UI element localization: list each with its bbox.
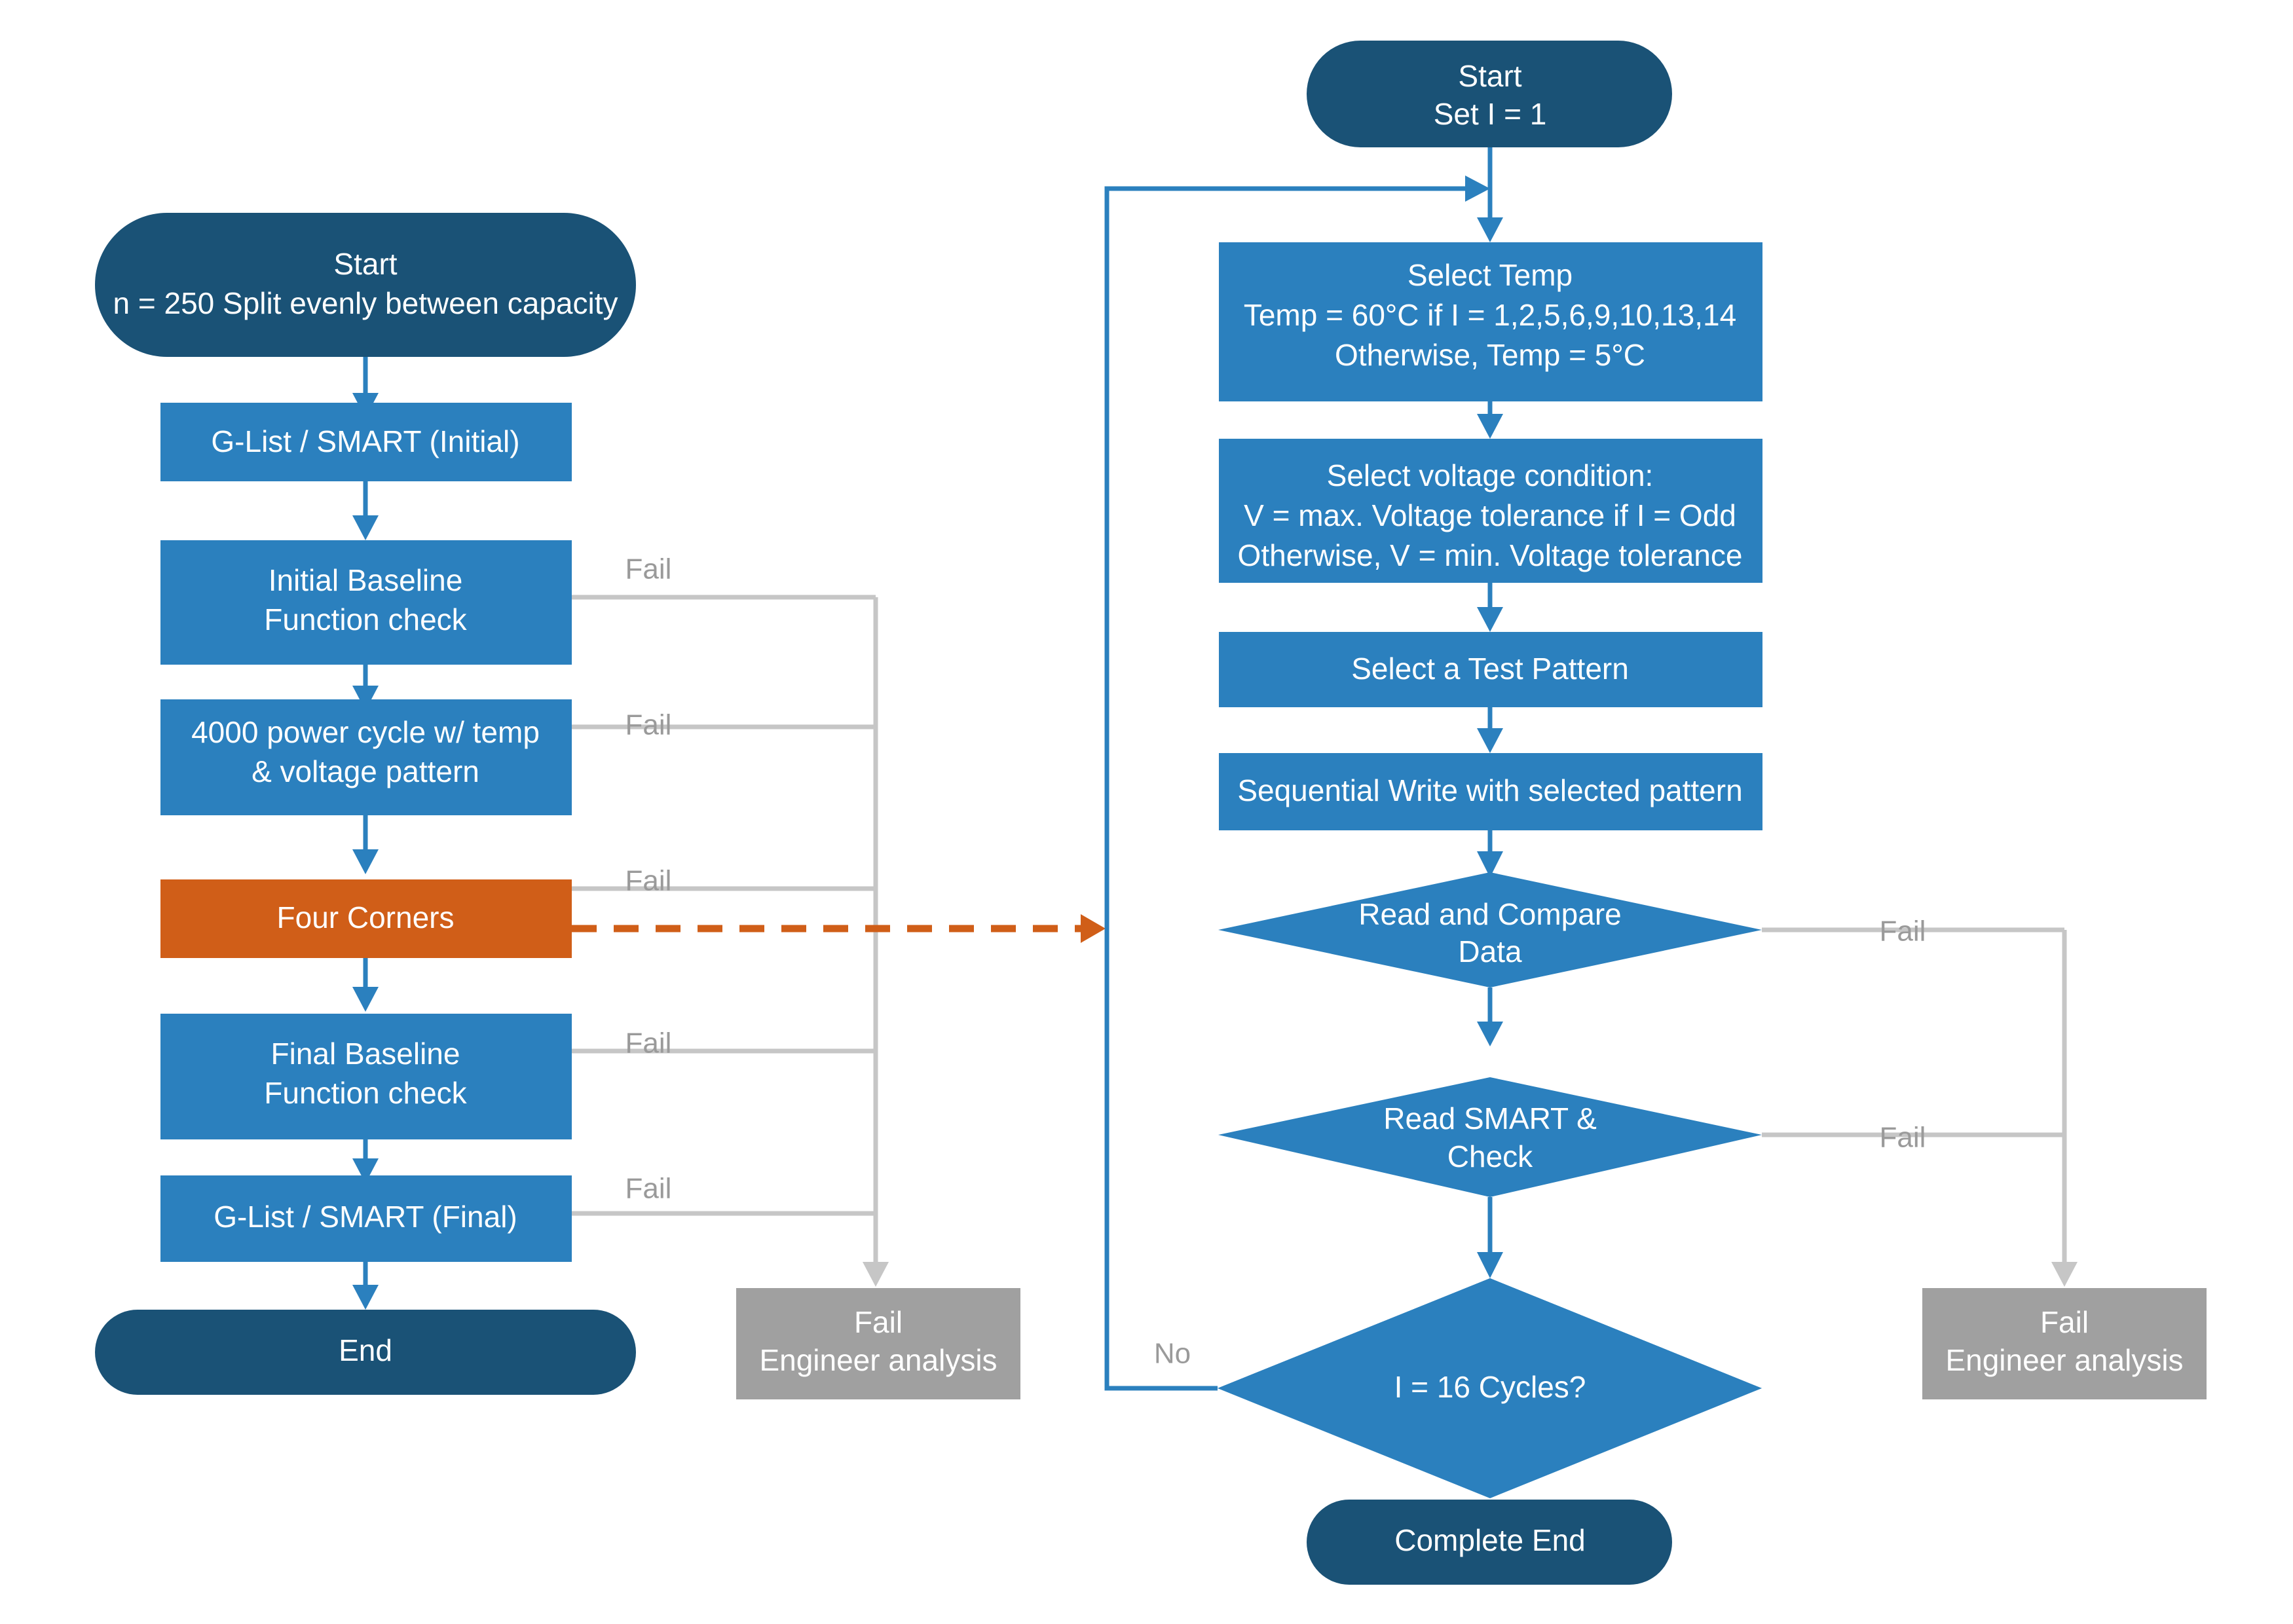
node-right-start-line1: Start xyxy=(1458,59,1521,93)
node-right-fail-box[interactable]: Fail Engineer analysis xyxy=(1922,1288,2207,1399)
edge-label-no: No xyxy=(1154,1338,1191,1370)
node-select-pattern[interactable]: Select a Test Pattern xyxy=(1219,632,1762,707)
node-shape-decision xyxy=(1218,1077,1762,1197)
node-right-fail-line1: Fail xyxy=(2040,1305,2089,1339)
node-power-cycle-line2: & voltage pattern xyxy=(252,754,479,788)
arrowhead-icon xyxy=(863,1262,889,1287)
node-left-fail-line1: Fail xyxy=(854,1305,903,1339)
node-select-temp-line2: Temp = 60°C if I = 1,2,5,6,9,10,13,14 xyxy=(1244,298,1736,332)
node-final-baseline[interactable]: Final Baseline Function check xyxy=(160,1014,572,1139)
node-right-start[interactable]: Start Set I = 1 xyxy=(1307,41,1672,147)
node-cycle-check-decision[interactable]: I = 16 Cycles? xyxy=(1218,1278,1762,1498)
arrowhead-icon xyxy=(1477,217,1503,242)
arrowhead-icon xyxy=(1477,607,1503,632)
node-select-voltage-line2: V = max. Voltage tolerance if I = Odd xyxy=(1244,498,1736,532)
left-connectors xyxy=(352,357,379,1310)
node-left-fail-box[interactable]: Fail Engineer analysis xyxy=(736,1288,1020,1399)
node-left-start[interactable]: Start n = 250 Split evenly between capac… xyxy=(95,213,636,357)
node-left-end-label: End xyxy=(339,1333,392,1367)
arrowhead-icon xyxy=(2051,1262,2078,1287)
node-sequential-write-label: Sequential Write with selected pattern xyxy=(1237,773,1742,807)
node-cycle-check-label: I = 16 Cycles? xyxy=(1394,1370,1586,1404)
node-four-corners[interactable]: Four Corners xyxy=(160,879,572,958)
edge-label-right-fail-1: Fail xyxy=(1880,915,1926,948)
node-select-voltage-line3: Otherwise, V = min. Voltage tolerance xyxy=(1238,538,1743,572)
node-select-voltage-line1: Select voltage condition: xyxy=(1327,458,1654,492)
node-complete-end-label: Complete End xyxy=(1394,1523,1586,1557)
arrowhead-icon xyxy=(1477,1022,1503,1046)
node-select-temp-line3: Otherwise, Temp = 5°C xyxy=(1335,338,1645,372)
arrowhead-icon xyxy=(352,1285,379,1310)
flowchart-svg: Start n = 250 Split evenly between capac… xyxy=(95,41,2207,1585)
arrowhead-icon xyxy=(352,515,379,540)
node-select-pattern-label: Select a Test Pattern xyxy=(1351,652,1629,686)
node-power-cycle-line1: 4000 power cycle w/ temp xyxy=(191,715,540,749)
arrowhead-icon xyxy=(352,849,379,874)
node-read-smart-decision[interactable]: Read SMART & Check xyxy=(1218,1077,1762,1197)
node-select-temp-line1: Select Temp xyxy=(1407,258,1573,292)
arrowhead-icon xyxy=(1477,728,1503,753)
node-left-start-line2: n = 250 Split evenly between capacity xyxy=(113,286,618,320)
node-final-baseline-line1: Final Baseline xyxy=(271,1037,460,1071)
edge-label-right-fail-2: Fail xyxy=(1880,1122,1926,1154)
node-right-start-line2: Set I = 1 xyxy=(1434,97,1547,131)
node-read-compare-decision[interactable]: Read and Compare Data xyxy=(1218,872,1762,987)
arrowhead-icon xyxy=(352,987,379,1012)
node-read-smart-line2: Check xyxy=(1447,1139,1533,1173)
four-corners-to-subflow-link xyxy=(572,914,1106,943)
node-glist-final-label: G-List / SMART (Final) xyxy=(214,1200,517,1234)
node-select-voltage[interactable]: Select voltage condition: V = max. Volta… xyxy=(1219,439,1762,583)
edge-label-fail-4: Fail xyxy=(625,1027,672,1060)
flowchart-canvas: Start n = 250 Split evenly between capac… xyxy=(0,0,2293,1624)
edge-label-fail-5: Fail xyxy=(625,1173,672,1205)
arrowhead-icon xyxy=(1081,914,1106,943)
node-shape-terminal xyxy=(95,213,636,357)
arrowhead-icon xyxy=(1477,1252,1503,1278)
node-left-fail-line2: Engineer analysis xyxy=(759,1343,997,1377)
node-initial-baseline-line1: Initial Baseline xyxy=(269,563,463,597)
edge-label-fail-1: Fail xyxy=(625,553,672,585)
node-shape-terminal xyxy=(1307,41,1672,147)
node-initial-baseline[interactable]: Initial Baseline Function check xyxy=(160,540,572,665)
node-read-compare-line1: Read and Compare xyxy=(1358,897,1621,931)
node-read-compare-line2: Data xyxy=(1458,934,1522,969)
node-sequential-write[interactable]: Sequential Write with selected pattern xyxy=(1219,753,1762,830)
node-power-cycle[interactable]: 4000 power cycle w/ temp & voltage patte… xyxy=(160,699,572,815)
node-select-temp[interactable]: Select Temp Temp = 60°C if I = 1,2,5,6,9… xyxy=(1219,242,1762,401)
node-final-baseline-line2: Function check xyxy=(264,1076,467,1110)
node-glist-initial-label: G-List / SMART (Initial) xyxy=(211,424,519,458)
arrowhead-icon xyxy=(1477,414,1503,439)
node-left-end[interactable]: End xyxy=(95,1310,636,1395)
node-right-fail-line2: Engineer analysis xyxy=(1945,1343,2183,1377)
node-read-smart-line1: Read SMART & xyxy=(1383,1101,1597,1135)
node-four-corners-label: Four Corners xyxy=(277,900,455,934)
edge-label-fail-2: Fail xyxy=(625,709,672,741)
node-complete-end[interactable]: Complete End xyxy=(1307,1500,1672,1585)
node-initial-baseline-line2: Function check xyxy=(264,602,467,637)
node-left-start-line1: Start xyxy=(333,247,397,281)
node-glist-final[interactable]: G-List / SMART (Final) xyxy=(160,1175,572,1262)
arrowhead-icon xyxy=(1465,175,1490,202)
node-glist-initial[interactable]: G-List / SMART (Initial) xyxy=(160,403,572,481)
right-fail-connectors xyxy=(1762,927,2078,1287)
left-fail-connectors xyxy=(572,595,889,1287)
edge-label-fail-3: Fail xyxy=(625,865,672,897)
